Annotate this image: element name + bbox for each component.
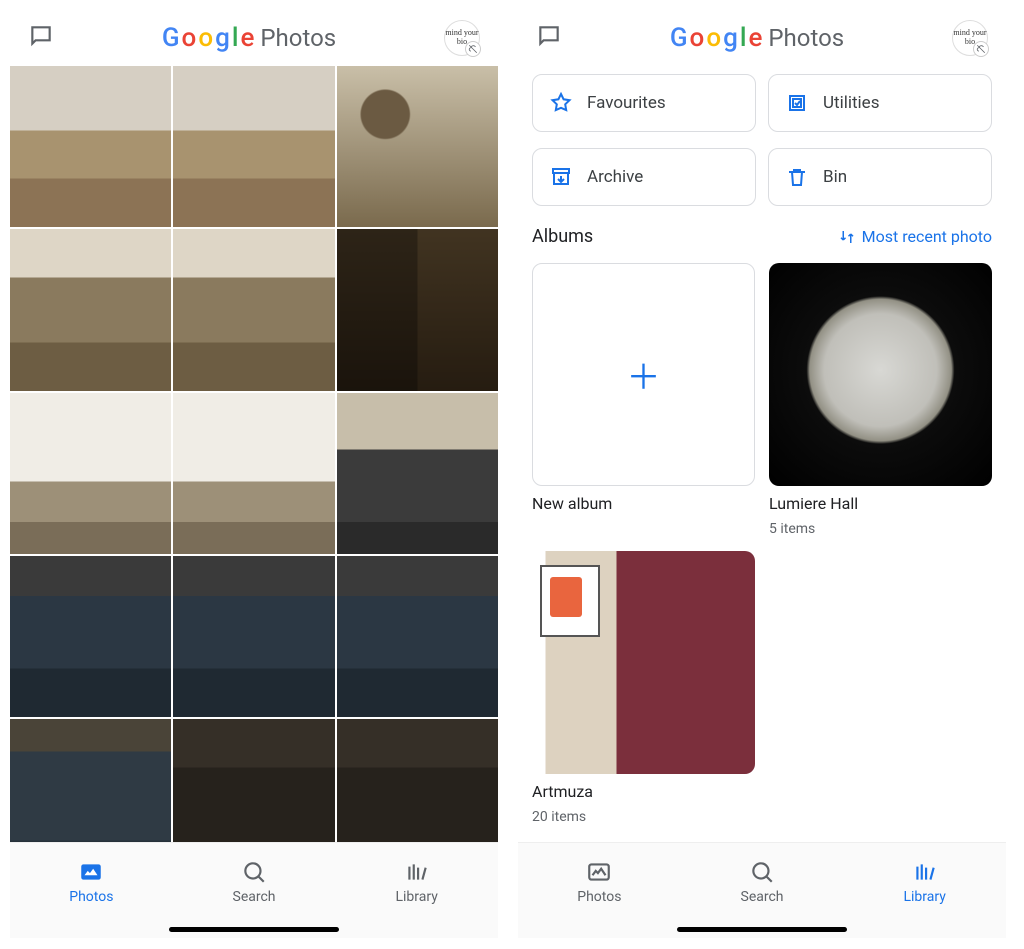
backup-off-icon (973, 41, 989, 57)
nav-search[interactable]: Search (681, 843, 844, 920)
nav-search[interactable]: Search (173, 843, 336, 920)
library-content: Favourites Utilities Archive Bin Albums … (518, 66, 1006, 842)
library-screen: Google Photos mind your bio Favourites U… (518, 10, 1006, 938)
utilities-button[interactable]: Utilities (768, 74, 992, 132)
bottom-nav: Photos Search Library (518, 842, 1006, 938)
home-indicator[interactable] (677, 927, 847, 932)
album-grid: ＋ New album Lumiere Hall 5 items Artmuza… (532, 263, 992, 825)
albums-header: Albums Most recent photo (532, 226, 992, 247)
album-thumbnail (769, 263, 992, 486)
button-label: Utilities (823, 93, 879, 113)
home-indicator[interactable] (169, 927, 339, 932)
photo-thumbnail[interactable] (173, 556, 334, 717)
nav-label: Library (395, 889, 437, 905)
album-new[interactable]: ＋ New album (532, 263, 755, 537)
nav-label: Search (233, 889, 276, 905)
button-label: Archive (587, 167, 643, 187)
account-avatar[interactable]: mind your bio (444, 20, 480, 56)
chat-icon[interactable] (28, 23, 54, 53)
backup-off-icon (465, 41, 481, 57)
photo-grid[interactable] (10, 66, 498, 842)
nav-library[interactable]: Library (843, 843, 1006, 920)
photo-thumbnail[interactable] (337, 556, 498, 717)
sort-button[interactable]: Most recent photo (838, 227, 992, 246)
photo-thumbnail[interactable] (10, 229, 171, 390)
bin-button[interactable]: Bin (768, 148, 992, 206)
nav-photos[interactable]: Photos (10, 843, 173, 920)
photo-thumbnail[interactable] (337, 66, 498, 227)
album-title: Lumiere Hall (769, 494, 992, 513)
photo-thumbnail[interactable] (10, 556, 171, 717)
button-label: Favourites (587, 93, 666, 113)
album-subtitle: 20 items (532, 809, 755, 825)
photo-thumbnail[interactable] (10, 393, 171, 554)
sort-label: Most recent photo (862, 227, 992, 246)
album-title: Artmuza (532, 782, 755, 801)
album-item[interactable]: Artmuza 20 items (532, 551, 755, 825)
photo-thumbnail[interactable] (10, 66, 171, 227)
album-title: New album (532, 494, 755, 513)
nav-photos[interactable]: Photos (518, 843, 681, 920)
chat-icon[interactable] (536, 23, 562, 53)
google-photos-logo: Google Photos (162, 23, 336, 53)
nav-label: Library (903, 889, 945, 905)
photo-thumbnail[interactable] (10, 719, 171, 842)
nav-library[interactable]: Library (335, 843, 498, 920)
archive-button[interactable]: Archive (532, 148, 756, 206)
photo-thumbnail[interactable] (173, 393, 334, 554)
photo-thumbnail[interactable] (337, 229, 498, 390)
photo-thumbnail[interactable] (173, 229, 334, 390)
photo-thumbnail[interactable] (337, 393, 498, 554)
photo-thumbnail[interactable] (337, 719, 498, 842)
album-item[interactable]: Lumiere Hall 5 items (769, 263, 992, 537)
topbar: Google Photos mind your bio (518, 10, 1006, 66)
plus-icon: ＋ (532, 263, 755, 486)
nav-label: Photos (577, 889, 621, 905)
albums-title: Albums (532, 226, 593, 247)
favourites-button[interactable]: Favourites (532, 74, 756, 132)
google-photos-logo: Google Photos (670, 23, 844, 53)
photo-thumbnail[interactable] (173, 719, 334, 842)
photos-screen: Google Photos mind your bio (10, 10, 498, 938)
topbar: Google Photos mind your bio (10, 10, 498, 66)
album-subtitle: 5 items (769, 521, 992, 537)
album-thumbnail (532, 551, 755, 774)
bottom-nav: Photos Search Library (10, 842, 498, 938)
photo-thumbnail[interactable] (173, 66, 334, 227)
nav-label: Search (741, 889, 784, 905)
nav-label: Photos (69, 889, 113, 905)
button-label: Bin (823, 167, 847, 187)
account-avatar[interactable]: mind your bio (952, 20, 988, 56)
